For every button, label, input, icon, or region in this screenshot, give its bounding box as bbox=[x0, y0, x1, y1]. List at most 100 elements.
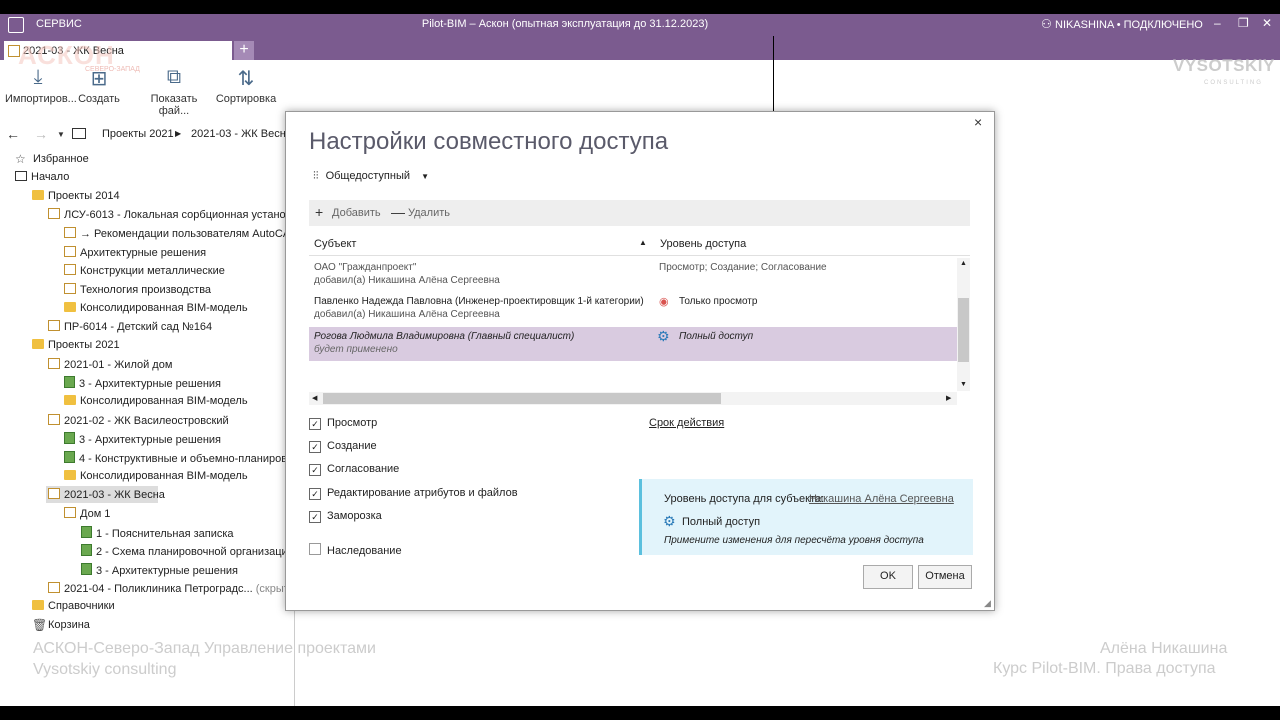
subjects-toolbar: + Добавить — Удалить bbox=[309, 200, 970, 226]
sort-icon: ⇅ bbox=[237, 68, 255, 90]
scroll-down-icon[interactable]: ▼ bbox=[960, 381, 967, 388]
section-icon bbox=[64, 432, 75, 444]
eye-icon: ◉ bbox=[659, 296, 669, 308]
bim-model-icon bbox=[64, 302, 76, 312]
subject-row-selected[interactable]: Рогова Людмила Владимировна (Главный спе… bbox=[309, 327, 957, 361]
tree-item-references[interactable]: Справочники bbox=[32, 600, 115, 612]
resize-grip-icon[interactable]: ◢ bbox=[984, 598, 991, 609]
tree-item-bim-model[interactable]: Консолидированная BIM-модель bbox=[64, 395, 248, 407]
permission-edit-checkbox[interactable]: ✓ Редактирование атрибутов и файлов bbox=[309, 487, 518, 500]
section-icon bbox=[81, 526, 92, 538]
watermark-course: Курс Pilot-BIM. Права доступа bbox=[993, 660, 1216, 677]
close-window-button[interactable]: ✕ bbox=[1262, 16, 1272, 30]
title-bar: СЕРВИС Pilot-BIM – Аскон (опытная эксплу… bbox=[0, 14, 1280, 36]
subject-row[interactable]: Павленко Надежда Павловна (Инженер-проек… bbox=[309, 292, 957, 326]
import-button[interactable]: ⤓ Импортиров... bbox=[5, 66, 77, 105]
computer-icon[interactable] bbox=[72, 128, 86, 139]
project-icon bbox=[48, 208, 60, 219]
tree-item-home[interactable]: Начало bbox=[15, 171, 69, 183]
checkbox-checked-icon: ✓ bbox=[309, 511, 321, 523]
sort-asc-icon: ▲ bbox=[639, 238, 647, 247]
section-icon bbox=[64, 283, 76, 294]
scroll-up-icon[interactable]: ▲ bbox=[960, 260, 967, 267]
gear-icon: ⚙ bbox=[657, 328, 670, 344]
permission-create-checkbox[interactable]: ✓ Создание bbox=[309, 440, 377, 453]
permission-view-checkbox[interactable]: ✓ Просмотр bbox=[309, 417, 377, 430]
tree-item-favorites[interactable]: ☆ Избранное bbox=[15, 152, 89, 166]
scroll-right-icon[interactable]: ▶ bbox=[946, 394, 951, 402]
info-user-link[interactable]: Никашина Алёна Сергеевна bbox=[809, 493, 954, 505]
ok-button[interactable]: OK bbox=[863, 565, 913, 589]
tree-item-project[interactable]: ПР-6014 - Детский сад №164 bbox=[48, 320, 212, 333]
bim-model-icon bbox=[64, 470, 76, 480]
info-access-level: Полный доступ bbox=[682, 516, 761, 528]
tree-item-project[interactable]: ЛСУ-6013 - Локальная сорбционная установ… bbox=[48, 208, 312, 221]
project-icon bbox=[48, 414, 60, 425]
tree-item-bim-model[interactable]: Консолидированная BIM-модель bbox=[64, 470, 248, 482]
access-mode-dropdown[interactable]: ⫶⫶ Общедоступный ▼ bbox=[313, 170, 429, 183]
tree-item-project[interactable]: 2021-02 - ЖК Василеостровский bbox=[48, 414, 229, 427]
tree-item-project[interactable]: 2021-01 - Жилой дом bbox=[48, 358, 172, 371]
project-icon bbox=[48, 320, 60, 331]
subjects-horizontal-scrollbar[interactable]: ◀ ▶ bbox=[309, 392, 957, 405]
tree-item-section[interactable]: Конструкции металлические bbox=[64, 264, 225, 277]
tree-item-folder[interactable]: Дом 1 bbox=[64, 507, 110, 520]
subject-row[interactable]: ОАО "Гражданпроект" добавил(а) Никашина … bbox=[309, 258, 957, 292]
tree-item-section[interactable]: Архитектурные решения bbox=[64, 246, 206, 259]
tree-item-section[interactable]: 4 - Конструктивные и объемно-планирово..… bbox=[64, 451, 302, 465]
checkbox-checked-icon: ✓ bbox=[309, 464, 321, 476]
tree-item-section[interactable]: Технология производства bbox=[64, 283, 211, 296]
breadcrumb-item-projects-2021[interactable]: Проекты 2021 bbox=[102, 128, 174, 140]
section-icon bbox=[81, 544, 92, 556]
permission-inherit-checkbox[interactable]: Наследование bbox=[309, 543, 402, 557]
tree-item-selected-project[interactable]: 2021-03 - ЖК Весна bbox=[46, 486, 165, 503]
cancel-button[interactable]: Отмена bbox=[918, 565, 972, 589]
scrollbar-thumb[interactable] bbox=[323, 393, 721, 404]
user-icon: ⚇ bbox=[1041, 17, 1052, 31]
tree-item-section[interactable]: 3 - Архитектурные решения bbox=[64, 432, 221, 446]
breadcrumb-item-current[interactable]: 2021-03 - ЖК Весна bbox=[191, 128, 292, 140]
tree-item-bim-model[interactable]: Консолидированная BIM-модель bbox=[64, 302, 248, 314]
forward-arrow-icon[interactable]: → bbox=[34, 126, 48, 142]
tree-item-shortcut[interactable]: → Рекомендации пользователям AutoCAD bbox=[64, 227, 298, 240]
tree-item-section[interactable]: 1 - Пояснительная записка bbox=[81, 526, 234, 540]
add-tab-button[interactable]: + bbox=[234, 41, 254, 60]
permission-approve-checkbox[interactable]: ✓ Согласование bbox=[309, 463, 399, 476]
tree-item-section[interactable]: 3 - Архитектурные решения bbox=[64, 376, 221, 390]
watermark-company: АСКОН-Северо-Запад Управление проектами bbox=[33, 640, 376, 657]
back-arrow-icon[interactable]: ← bbox=[6, 126, 20, 142]
tree-item-project-hidden[interactable]: 2021-04 - Поликлиника Петроградс... (скр… bbox=[48, 582, 307, 595]
history-dropdown-icon[interactable]: ▼ bbox=[57, 130, 65, 139]
column-access-level[interactable]: Уровень доступа bbox=[660, 238, 746, 250]
scrollbar-thumb[interactable] bbox=[958, 298, 969, 362]
dialog-close-button[interactable]: × bbox=[974, 114, 982, 130]
info-note: Примените изменения для пересчёта уровня… bbox=[664, 535, 924, 546]
remove-subject-button[interactable]: Удалить bbox=[408, 207, 450, 219]
minimize-button[interactable]: – bbox=[1214, 16, 1221, 30]
add-subject-button[interactable]: Добавить bbox=[332, 207, 381, 219]
tree-item-folder[interactable]: Проекты 2014 bbox=[32, 190, 120, 202]
permission-freeze-checkbox[interactable]: ✓ Заморозка bbox=[309, 510, 382, 523]
create-icon: ⊞ bbox=[90, 68, 108, 90]
subjects-vertical-scrollbar[interactable]: ▲ ▼ bbox=[957, 258, 970, 391]
dialog-title: Настройки совместного доступа bbox=[309, 128, 669, 155]
tree-item-trash[interactable]: 🗑Корзина bbox=[32, 618, 90, 632]
star-icon: ☆ bbox=[15, 152, 26, 166]
trash-icon: 🗑 bbox=[32, 618, 48, 632]
checkbox-unchecked-icon bbox=[309, 543, 321, 555]
expiry-link[interactable]: Срок действия bbox=[649, 417, 724, 429]
checkbox-checked-icon: ✓ bbox=[309, 488, 321, 500]
show-file-button[interactable]: ⧉ Показать фай... bbox=[136, 66, 212, 117]
maximize-button[interactable]: ❐ bbox=[1238, 16, 1249, 30]
scroll-left-icon[interactable]: ◀ bbox=[312, 394, 317, 402]
create-button[interactable]: ⊞ Создать bbox=[66, 66, 132, 105]
checkbox-checked-icon: ✓ bbox=[309, 418, 321, 430]
tree-item-folder[interactable]: Проекты 2021 bbox=[32, 339, 120, 351]
folder-icon bbox=[32, 600, 44, 610]
gear-icon: ⚙ bbox=[663, 513, 676, 529]
column-subject[interactable]: Субъект bbox=[314, 238, 356, 250]
project-icon bbox=[48, 358, 60, 369]
tree-item-section[interactable]: 2 - Схема планировочной организаци... bbox=[81, 544, 297, 558]
sort-button[interactable]: ⇅ Сортировка bbox=[213, 66, 279, 105]
tree-item-section[interactable]: 3 - Архитектурные решения bbox=[81, 563, 238, 577]
